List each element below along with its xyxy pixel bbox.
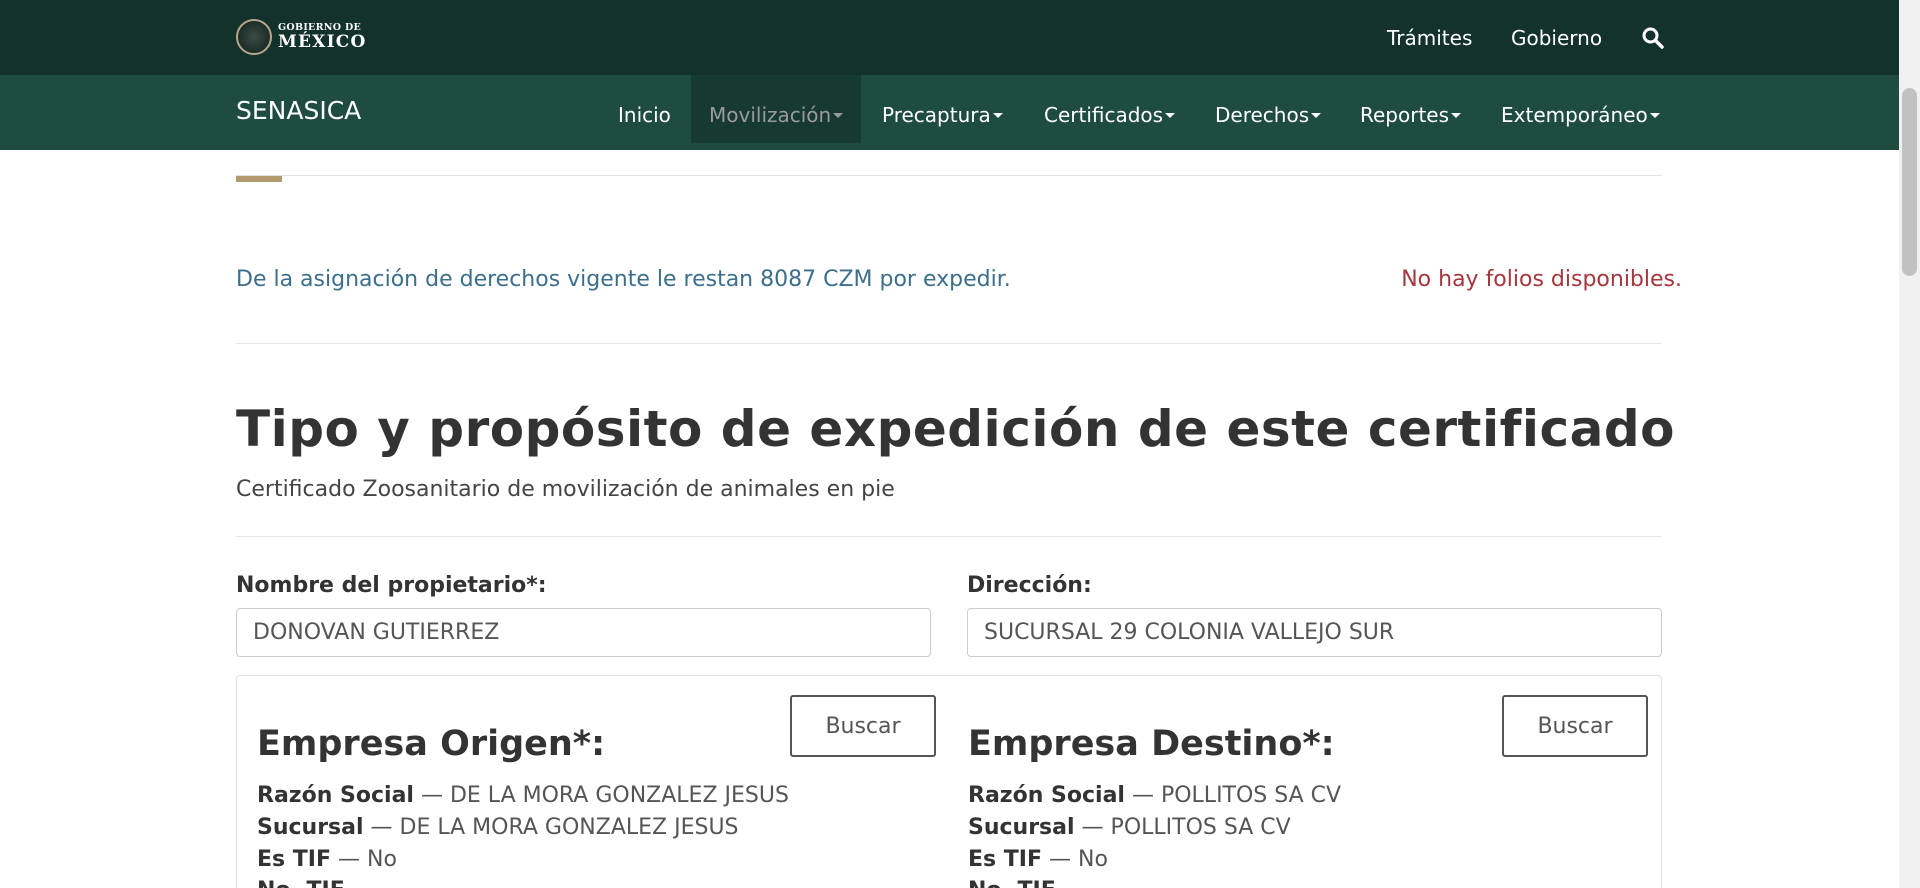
nav-item-label: Precaptura	[882, 103, 991, 127]
nav-item-derechos[interactable]: Derechos	[1215, 75, 1322, 145]
no-folios-notice: No hay folios disponibles.	[1401, 267, 1682, 292]
origin-search-button[interactable]: Buscar	[790, 695, 936, 757]
detail-value: No	[1078, 847, 1108, 872]
search-icon[interactable]	[1641, 26, 1665, 50]
nav-item-extemporaneo[interactable]: Extemporáneo	[1501, 75, 1660, 145]
detail-value: DE LA MORA GONZALEZ JESUS	[449, 783, 789, 808]
nav-item-label: Inicio	[618, 103, 671, 127]
separator: —	[1074, 815, 1111, 840]
owner-name-input[interactable]: DONOVAN GUTIERREZ	[236, 608, 931, 657]
detail-label: Es TIF	[257, 847, 332, 872]
caret-down-icon	[992, 112, 1003, 118]
detail-label: No. TIF	[257, 878, 345, 888]
destination-sucursal: Sucursal — POLLITOS SA CV	[968, 815, 1291, 840]
origin-es-tif: Es TIF — No	[257, 847, 397, 872]
nav-item-label: Movilización	[709, 103, 832, 127]
origin-sucursal: Sucursal — DE LA MORA GONZALEZ JESUS	[257, 815, 739, 840]
detail-label: Razón Social	[257, 783, 414, 808]
caret-down-icon	[1649, 112, 1660, 118]
divider	[236, 343, 1662, 344]
separator: —	[413, 783, 450, 808]
separator: —	[331, 847, 368, 872]
origin-razon-social: Razón Social — DE LA MORA GONZALEZ JESUS	[257, 783, 789, 808]
detail-value: No	[367, 847, 397, 872]
nav-item-inicio[interactable]: Inicio	[618, 75, 671, 145]
nav-item-movilizacion[interactable]: Movilización	[691, 75, 862, 143]
detail-value: POLLITOS SA CV	[1160, 783, 1342, 808]
origin-company-title: Empresa Origen*:	[257, 724, 606, 764]
caret-down-icon	[1311, 112, 1322, 118]
top-link-tramites[interactable]: Trámites	[1387, 26, 1472, 50]
main-navbar: SENASICA Inicio Movilización Precaptura …	[0, 75, 1899, 150]
gobierno-logo[interactable]: GOBIERNO DE MÉXICO	[236, 18, 366, 56]
national-seal-icon	[236, 19, 272, 55]
destination-search-button[interactable]: Buscar	[1502, 695, 1648, 757]
destination-razon-social: Razón Social — POLLITOS SA CV	[968, 783, 1341, 808]
separator: —	[363, 815, 400, 840]
nav-item-label: Reportes	[1360, 103, 1450, 127]
brand-senasica[interactable]: SENASICA	[236, 96, 361, 125]
page-subtitle: Certificado Zoosanitario de movilización…	[236, 477, 895, 502]
caret-down-icon	[833, 112, 844, 118]
separator: —	[1124, 783, 1161, 808]
detail-value: DE LA MORA GONZALEZ JESUS	[399, 815, 739, 840]
nav-item-reportes[interactable]: Reportes	[1360, 75, 1462, 145]
separator: —	[1042, 847, 1079, 872]
detail-label: Sucursal	[968, 815, 1075, 840]
destination-no-tif: No. TIF	[968, 878, 1056, 888]
nav-item-precaptura[interactable]: Precaptura	[882, 75, 1003, 145]
scrollbar-thumb[interactable]	[1902, 88, 1917, 276]
detail-value: POLLITOS SA CV	[1110, 815, 1291, 840]
caret-down-icon	[1451, 112, 1462, 118]
detail-label: Sucursal	[257, 815, 364, 840]
page-title: Tipo y propósito de expedición de este c…	[236, 400, 1675, 458]
top-link-gobierno[interactable]: Gobierno	[1511, 26, 1602, 50]
nav-item-label: Certificados	[1044, 103, 1164, 127]
address-label: Dirección:	[967, 573, 1092, 598]
detail-label: No. TIF	[968, 878, 1056, 888]
section-accent-bar	[236, 176, 282, 182]
divider	[236, 536, 1662, 537]
nav-item-label: Extemporáneo	[1501, 103, 1648, 127]
nav-item-label: Derechos	[1215, 103, 1310, 127]
companies-panel	[236, 675, 1662, 888]
address-input[interactable]: SUCURSAL 29 COLONIA VALLEJO SUR	[967, 608, 1662, 657]
origin-no-tif: No. TIF	[257, 878, 345, 888]
detail-label: Es TIF	[968, 847, 1043, 872]
logo-text: GOBIERNO DE MÉXICO	[278, 23, 366, 51]
top-bar: GOBIERNO DE MÉXICO Trámites Gobierno	[0, 0, 1899, 75]
rights-remaining-notice: De la asignación de derechos vigente le …	[236, 267, 1011, 292]
detail-label: Razón Social	[968, 783, 1125, 808]
caret-down-icon	[1165, 112, 1176, 118]
nav-item-certificados[interactable]: Certificados	[1044, 75, 1176, 145]
logo-big-text: MÉXICO	[278, 31, 367, 52]
destination-company-title: Empresa Destino*:	[968, 724, 1335, 764]
destination-es-tif: Es TIF — No	[968, 847, 1108, 872]
section-divider	[236, 175, 1662, 176]
owner-name-label: Nombre del propietario*:	[236, 573, 547, 598]
